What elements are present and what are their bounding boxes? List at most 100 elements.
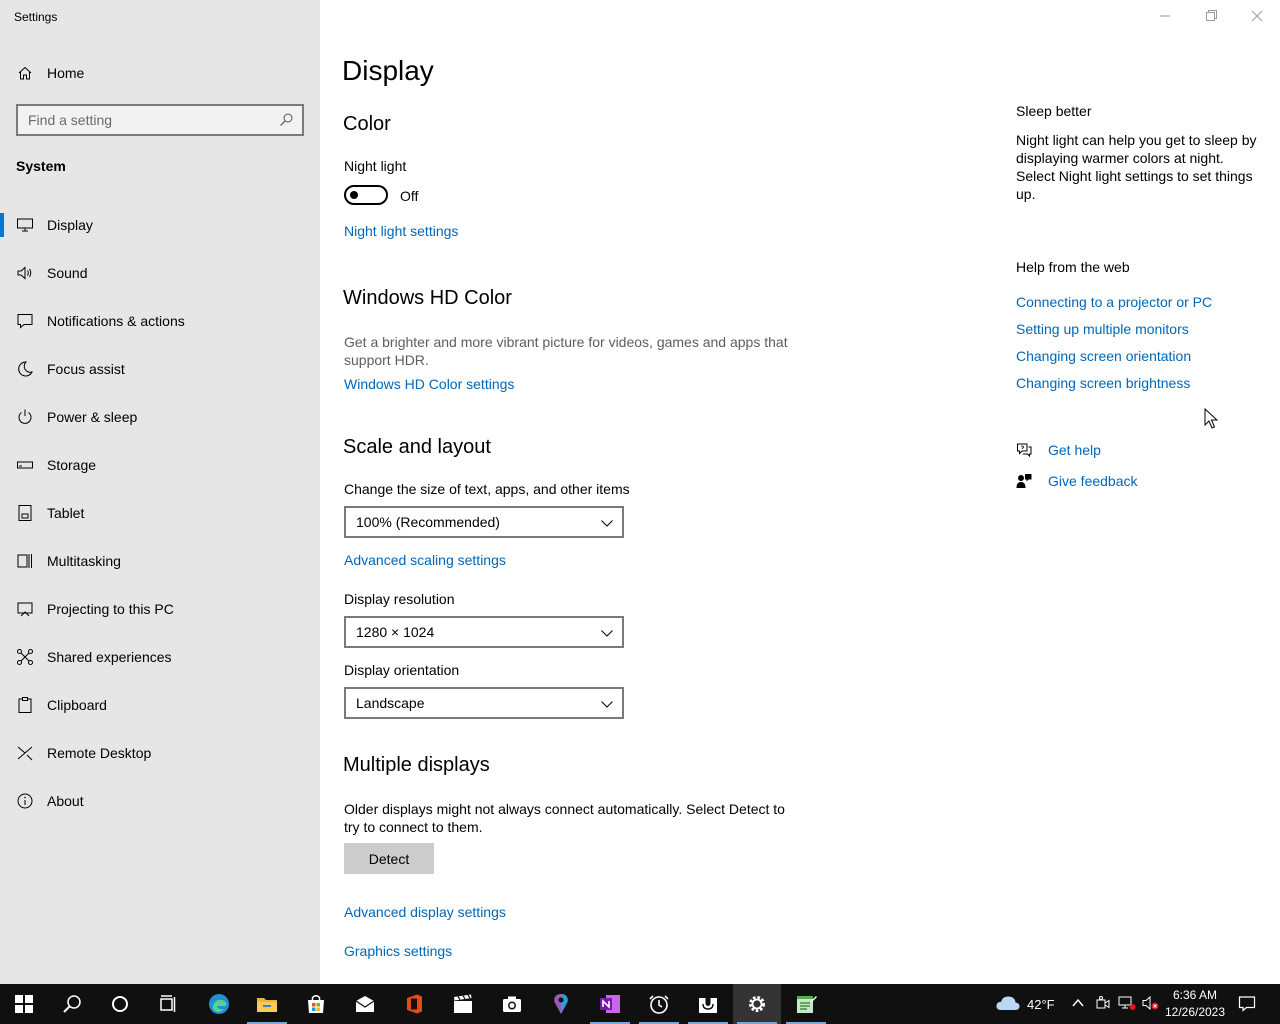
- sidebar-item-display[interactable]: Display: [0, 209, 320, 257]
- volume-muted-icon[interactable]: [1142, 995, 1160, 1011]
- section-heading: System: [16, 158, 66, 174]
- taskbar-app-settings[interactable]: [733, 984, 781, 1024]
- night-light-settings-link[interactable]: Night light settings: [344, 223, 458, 239]
- taskbar-app-camera[interactable]: [488, 984, 536, 1024]
- action-center-icon[interactable]: [1238, 995, 1256, 1013]
- feedback-icon: [1016, 474, 1032, 488]
- camera-icon: [503, 996, 521, 1012]
- night-light-toggle[interactable]: [344, 185, 388, 205]
- sidebar-item-label: Remote Desktop: [47, 745, 152, 761]
- page-title: Display: [342, 55, 434, 86]
- minimize-icon: [1160, 15, 1170, 17]
- taskbar-app-alarms[interactable]: [635, 984, 683, 1024]
- search-icon[interactable]: [278, 112, 294, 128]
- help-heading: Help from the web: [1016, 259, 1130, 275]
- taskbar-app-notepad[interactable]: [782, 984, 830, 1024]
- taskbar-app-file-explorer[interactable]: [243, 984, 291, 1024]
- search-input[interactable]: [18, 106, 268, 134]
- sidebar-item-projecting[interactable]: Projecting to this PC: [0, 593, 320, 641]
- taskbar-app-store[interactable]: [292, 984, 340, 1024]
- get-help-row[interactable]: Get help: [1016, 441, 1216, 461]
- taskbar-app-voice-recorder[interactable]: [684, 984, 732, 1024]
- start-button[interactable]: [0, 984, 48, 1024]
- graphics-settings-link[interactable]: Graphics settings: [344, 943, 452, 959]
- nav-list: Display Sound Notifications & actions Fo…: [0, 209, 320, 833]
- advanced-scaling-link[interactable]: Advanced scaling settings: [344, 552, 506, 568]
- clipboard-icon: [18, 697, 32, 713]
- resolution-dropdown[interactable]: 1280 × 1024: [344, 616, 624, 648]
- taskbar-app-onenote[interactable]: [586, 984, 634, 1024]
- sleep-better-heading: Sleep better: [1016, 103, 1092, 119]
- scale-size-label: Change the size of text, apps, and other…: [344, 481, 630, 497]
- orientation-dropdown[interactable]: Landscape: [344, 687, 624, 719]
- cortana-icon: [112, 996, 128, 1012]
- help-link[interactable]: Setting up multiple monitors: [1016, 321, 1189, 337]
- advanced-display-settings-link[interactable]: Advanced display settings: [344, 904, 506, 920]
- edge-icon: [209, 994, 229, 1014]
- sidebar-item-label: Tablet: [47, 505, 85, 521]
- sidebar-item-label: Home: [47, 65, 85, 81]
- sleep-better-text: Night light can help you get to sleep by…: [1016, 132, 1257, 202]
- taskbar-app-maps[interactable]: [537, 984, 585, 1024]
- orientation-label: Display orientation: [344, 662, 460, 678]
- shared-icon: [17, 649, 33, 665]
- speaker-icon: [17, 266, 32, 280]
- meet-now-icon[interactable]: [1095, 995, 1111, 1011]
- search-box[interactable]: [16, 104, 304, 136]
- multitasking-icon: [17, 554, 32, 568]
- sidebar-item-tablet[interactable]: Tablet: [0, 497, 320, 545]
- sidebar-item-sound[interactable]: Sound: [0, 257, 320, 305]
- help-link[interactable]: Changing screen orientation: [1016, 348, 1191, 364]
- give-feedback-row[interactable]: Give feedback: [1016, 472, 1216, 492]
- taskbar-app-movies[interactable]: [439, 984, 487, 1024]
- remote-desktop-icon: [17, 746, 33, 761]
- help-link[interactable]: Changing screen brightness: [1016, 375, 1190, 391]
- mouse-cursor-icon: [1204, 408, 1218, 429]
- weather-temperature[interactable]: 42°F: [1027, 997, 1055, 1012]
- taskbar-app-edge[interactable]: [195, 984, 243, 1024]
- sidebar: Settings Home System Display Sound Notif…: [0, 0, 320, 984]
- resolution-label: Display resolution: [344, 591, 455, 607]
- notification-icon: [17, 314, 33, 329]
- taskbar-search-button[interactable]: [48, 984, 96, 1024]
- give-feedback-link[interactable]: Give feedback: [1048, 473, 1138, 489]
- sidebar-item-focus-assist[interactable]: Focus assist: [0, 353, 320, 401]
- taskbar-app-mail[interactable]: [341, 984, 389, 1024]
- sidebar-item-label: Focus assist: [47, 361, 125, 377]
- taskbar-app-office[interactable]: [390, 984, 438, 1024]
- help-link[interactable]: Connecting to a projector or PC: [1016, 294, 1212, 310]
- task-view-button[interactable]: [144, 984, 192, 1024]
- clock-time[interactable]: 6:36 AM: [1166, 988, 1224, 1002]
- clock-date[interactable]: 12/26/2023: [1164, 1005, 1226, 1019]
- close-button[interactable]: [1234, 0, 1280, 32]
- scale-heading: Scale and layout: [343, 436, 491, 458]
- cortana-button[interactable]: [96, 984, 144, 1024]
- sidebar-item-remote-desktop[interactable]: Remote Desktop: [0, 737, 320, 785]
- folder-icon: [257, 998, 277, 1012]
- sidebar-item-storage[interactable]: Storage: [0, 449, 320, 497]
- get-help-icon: [1017, 443, 1032, 458]
- detect-button[interactable]: Detect: [344, 843, 434, 874]
- orientation-value: Landscape: [356, 695, 425, 711]
- taskbar: 42°F 6:36 AM 12/26/2023: [0, 984, 1280, 1024]
- weather-cloud-icon[interactable]: [995, 994, 1021, 1012]
- windows-logo-icon: [15, 995, 33, 1013]
- sidebar-item-multitasking[interactable]: Multitasking: [0, 545, 320, 593]
- hd-color-settings-link[interactable]: Windows HD Color settings: [344, 376, 514, 392]
- get-help-link[interactable]: Get help: [1048, 442, 1101, 458]
- network-icon[interactable]: [1118, 995, 1136, 1011]
- minimize-button[interactable]: [1142, 0, 1188, 32]
- sidebar-item-shared-experiences[interactable]: Shared experiences: [0, 641, 320, 689]
- scale-dropdown[interactable]: 100% (Recommended): [344, 506, 624, 538]
- sidebar-item-label: Display: [47, 217, 93, 233]
- sidebar-item-home[interactable]: Home: [0, 58, 320, 90]
- office-icon: [407, 994, 422, 1014]
- sidebar-item-notifications[interactable]: Notifications & actions: [0, 305, 320, 353]
- restore-button[interactable]: [1188, 0, 1234, 32]
- sidebar-item-about[interactable]: About: [0, 785, 320, 833]
- night-light-state: Off: [400, 188, 419, 204]
- chevron-up-icon[interactable]: [1071, 995, 1085, 1011]
- sidebar-item-clipboard[interactable]: Clipboard: [0, 689, 320, 737]
- sidebar-item-power-sleep[interactable]: Power & sleep: [0, 401, 320, 449]
- notepad-icon: [797, 996, 817, 1013]
